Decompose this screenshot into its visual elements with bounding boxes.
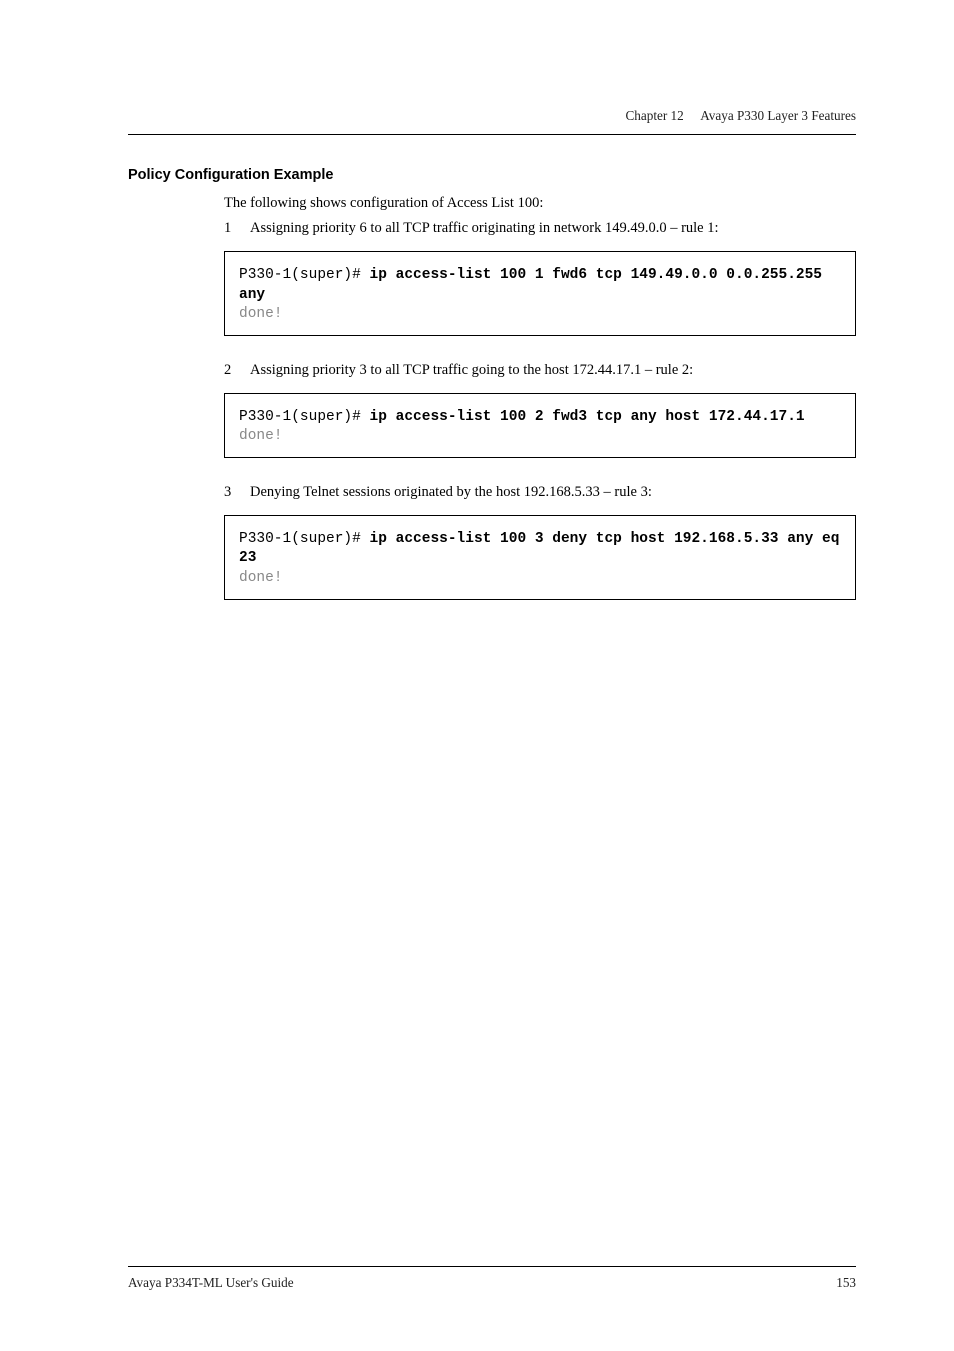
header-divider [128,134,856,135]
section-heading: Policy Configuration Example [128,167,856,183]
list-item: 1 Assigning priority 6 to all TCP traffi… [224,218,856,239]
code-prompt: P330-1(super)# [239,409,370,425]
item-number: 3 [224,482,250,503]
item-number: 2 [224,360,250,381]
footer-divider [128,1266,856,1267]
item-text: Assigning priority 6 to all TCP traffic … [250,218,719,239]
page-header: Chapter 12 Avaya P330 Layer 3 Features [128,108,856,124]
page-footer: Avaya P334T-ML User's Guide 153 [128,1266,856,1291]
code-block: P330-1(super)# ip access-list 100 1 fwd6… [224,251,856,336]
item-text: Assigning priority 3 to all TCP traffic … [250,360,693,381]
list-item: 3 Denying Telnet sessions originated by … [224,482,856,503]
code-bold: ip access-list 100 2 fwd3 tcp any host 1… [370,409,805,425]
list-item: 2 Assigning priority 3 to all TCP traffi… [224,360,856,381]
code-command: P330-1(super)# ip access-list 100 2 fwd3… [239,408,841,428]
chapter-label: Chapter 12 [626,108,684,123]
code-command: P330-1(super)# ip access-list 100 1 fwd6… [239,266,841,305]
code-block: P330-1(super)# ip access-list 100 2 fwd3… [224,393,856,458]
item-number: 1 [224,218,250,239]
item-text: Denying Telnet sessions originated by th… [250,482,652,503]
code-output: done! [239,569,841,589]
code-command: P330-1(super)# ip access-list 100 3 deny… [239,530,841,569]
code-output: done! [239,427,841,447]
code-prompt: P330-1(super)# [239,531,370,547]
footer-left: Avaya P334T-ML User's Guide [128,1275,294,1291]
footer-page-number: 153 [836,1275,856,1291]
code-prompt: P330-1(super)# [239,267,370,283]
chapter-title: Avaya P330 Layer 3 Features [700,108,856,123]
intro-text: The following shows configuration of Acc… [224,193,856,214]
code-block: P330-1(super)# ip access-list 100 3 deny… [224,515,856,600]
code-output: done! [239,305,841,325]
